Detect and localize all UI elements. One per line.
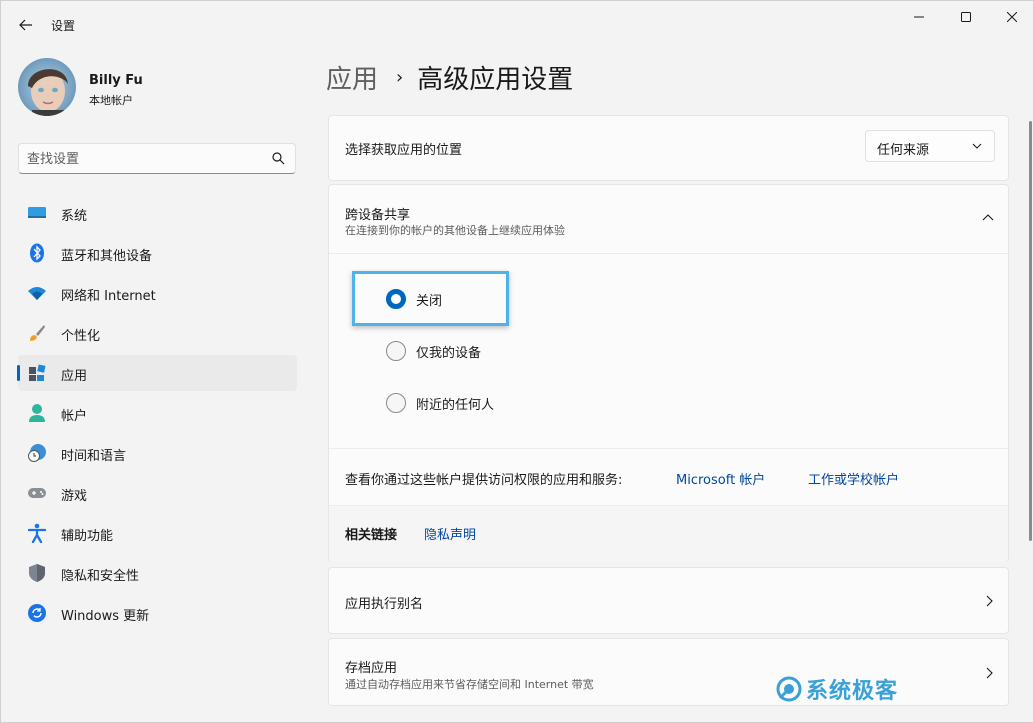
sidebar-item-network[interactable]: 网络和 Internet (18, 275, 297, 311)
accounts-text: 查看你通过这些帐户提供访问权限的应用和服务: (345, 473, 623, 488)
microsoft-account-link[interactable]: Microsoft 帐户 (676, 469, 765, 488)
sidebar-item-label: 时间和语言 (61, 449, 127, 464)
sidebar-item-personalization[interactable]: 个性化 (18, 315, 297, 351)
radio-checked-icon[interactable] (386, 289, 406, 309)
maximize-icon (961, 12, 971, 22)
sidebar-item-label: 帐户 (61, 409, 88, 424)
search-input[interactable] (27, 150, 267, 168)
update-icon (27, 603, 47, 623)
breadcrumb-separator-icon: › (396, 67, 404, 88)
bluetooth-icon (27, 243, 47, 263)
app-alias-title: 应用执行别名 (345, 597, 424, 612)
archive-apps-row[interactable]: 存档应用 通过自动存档应用来节省存储空间和 Internet 带宽 (328, 638, 1009, 706)
chevron-right-icon (986, 667, 993, 679)
gamepad-icon (27, 483, 47, 503)
radio-unchecked-icon[interactable] (386, 341, 406, 361)
sidebar-item-windows-update[interactable]: Windows 更新 (18, 595, 297, 631)
scrollbar[interactable] (1029, 121, 1032, 541)
search-box[interactable] (18, 143, 296, 174)
sidebar-nav: 系统 蓝牙和其他设备 网络和 Internet 个性化 应用 帐户 时间和语言 … (17, 195, 297, 635)
option-everyone-nearby[interactable]: 附近的任何人 (386, 391, 494, 415)
page-title: 高级应用设置 (417, 65, 574, 95)
title-bar: 设置 (1, 1, 1033, 49)
option-off[interactable]: 关闭 (386, 287, 442, 311)
brush-icon (27, 323, 47, 343)
sidebar-item-label: 个性化 (61, 329, 101, 344)
minimize-icon (914, 16, 924, 18)
cross-device-subtitle: 在连接到你的帐户的其他设备上继续应用体验 (345, 224, 565, 237)
divider (329, 448, 1008, 449)
chevron-right-icon (986, 595, 993, 607)
avatar[interactable] (18, 58, 76, 116)
shield-icon (27, 563, 47, 583)
sidebar-item-bluetooth[interactable]: 蓝牙和其他设备 (18, 235, 297, 271)
archive-subtitle: 通过自动存档应用来节省存储空间和 Internet 带宽 (345, 678, 594, 691)
user-name: Billy Fu (89, 73, 143, 88)
watermark: 系统极客 (776, 673, 898, 705)
related-links-label: 相关链接 (345, 528, 398, 543)
minimize-button[interactable] (896, 1, 942, 33)
work-school-account-link[interactable]: 工作或学校帐户 (808, 469, 899, 488)
chevron-down-icon (972, 143, 982, 149)
sidebar-item-label: Windows 更新 (61, 609, 150, 624)
watermark-logo-icon (776, 676, 802, 702)
sharing-options: 关闭 仅我的设备 附近的任何人 (329, 254, 1008, 448)
sidebar-item-apps[interactable]: 应用 (17, 355, 297, 391)
sidebar-item-gaming[interactable]: 游戏 (18, 475, 297, 511)
sidebar-item-label: 隐私和安全性 (61, 569, 140, 584)
maximize-button[interactable] (943, 1, 989, 33)
chevron-up-icon[interactable] (982, 213, 994, 221)
sidebar-item-label: 蓝牙和其他设备 (61, 249, 153, 264)
cross-device-card: 跨设备共享 在连接到你的帐户的其他设备上继续应用体验 关闭 仅我的设备 附近的任… (328, 184, 1009, 562)
watermark-text: 系统极客 (806, 679, 899, 704)
search-icon[interactable] (272, 152, 285, 165)
active-indicator (17, 365, 20, 381)
install-source-card: 选择获取应用的位置 任何来源 (328, 115, 1009, 181)
wifi-icon (27, 283, 47, 303)
settings-window: 设置 Billy Fu 本地帐户 查找设置 系统 蓝牙和其他设备 网络和 Int… (0, 0, 1034, 723)
related-links-section: 相关链接 隐私声明 (329, 505, 1008, 562)
install-source-title: 选择获取应用的位置 (345, 143, 463, 158)
breadcrumb-parent[interactable]: 应用 (326, 59, 378, 96)
dropdown-value: 任何来源 (877, 143, 930, 158)
sidebar-item-label: 应用 (61, 369, 88, 384)
archive-title: 存档应用 (345, 661, 398, 676)
system-icon (27, 203, 47, 223)
option-label: 附近的任何人 (416, 397, 495, 413)
sidebar-item-label: 游戏 (61, 489, 88, 504)
sidebar-item-label: 系统 (61, 209, 88, 224)
privacy-statement-link[interactable]: 隐私声明 (424, 524, 476, 543)
sidebar-item-time-language[interactable]: 时间和语言 (18, 435, 297, 471)
sidebar-item-label: 网络和 Internet (61, 289, 156, 304)
breadcrumb: 应用 › 高级应用设置 (326, 59, 573, 96)
close-icon (1007, 12, 1017, 22)
back-button[interactable] (13, 13, 39, 37)
app-title: 设置 (51, 19, 76, 33)
apps-icon (27, 363, 47, 383)
back-arrow-icon (19, 19, 32, 31)
app-execution-alias-row[interactable]: 应用执行别名 (328, 567, 1009, 634)
person-icon (27, 403, 47, 423)
radio-unchecked-icon[interactable] (386, 393, 406, 413)
sidebar-item-accessibility[interactable]: 辅助功能 (18, 515, 297, 551)
sidebar-item-accounts[interactable]: 帐户 (18, 395, 297, 431)
sidebar-item-privacy[interactable]: 隐私和安全性 (18, 555, 297, 591)
option-label: 仅我的设备 (416, 345, 482, 361)
option-label: 关闭 (416, 293, 443, 309)
option-my-devices[interactable]: 仅我的设备 (386, 339, 481, 363)
globe-clock-icon (27, 443, 47, 463)
account-type: 本地帐户 (89, 94, 133, 107)
accessibility-icon (27, 523, 47, 543)
sidebar-item-system[interactable]: 系统 (18, 195, 297, 231)
cross-device-title: 跨设备共享 (345, 208, 411, 223)
install-source-dropdown[interactable]: 任何来源 (865, 130, 995, 162)
cross-device-header[interactable]: 跨设备共享 在连接到你的帐户的其他设备上继续应用体验 (329, 185, 1008, 253)
close-button[interactable] (989, 1, 1034, 33)
sidebar-item-label: 辅助功能 (61, 529, 114, 544)
